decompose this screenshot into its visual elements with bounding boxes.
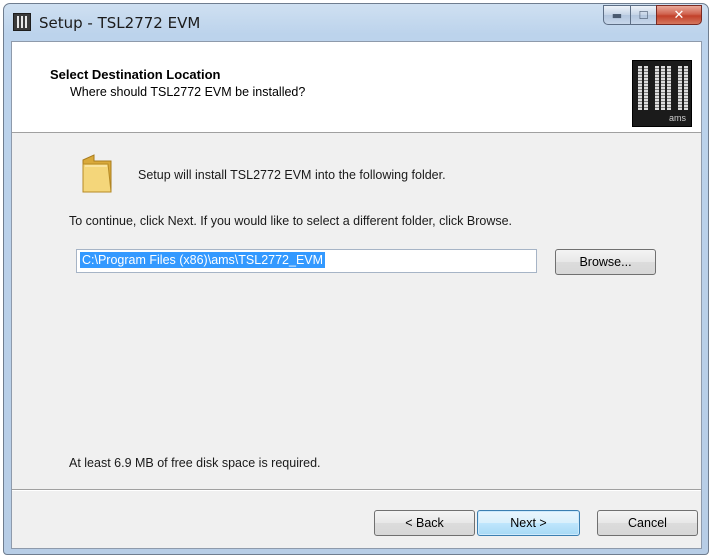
- browse-button[interactable]: Browse...: [555, 249, 656, 275]
- logo-graphic-icon: [638, 66, 689, 110]
- maximize-icon: ☐: [638, 8, 649, 22]
- installer-logo-icon[interactable]: [13, 13, 31, 31]
- folder-icon: [82, 154, 112, 193]
- minimize-icon: ▬: [611, 8, 623, 22]
- wizard-client-area: Select Destination Location Where should…: [11, 41, 702, 549]
- vendor-logo: ams: [632, 60, 692, 127]
- close-button[interactable]: ✕: [656, 5, 702, 25]
- minimize-button[interactable]: ▬: [603, 5, 630, 25]
- maximize-button[interactable]: ☐: [630, 5, 656, 25]
- continue-message: To continue, click Next. If you would li…: [69, 214, 513, 228]
- destination-path-value: C:\Program Files (x86)\ams\TSL2772_EVM: [80, 252, 326, 268]
- title-bar[interactable]: Setup - TSL2772 EVM ▬ ☐ ✕: [4, 4, 708, 42]
- install-message: Setup will install TSL2772 EVM into the …: [138, 168, 446, 182]
- destination-path-input[interactable]: C:\Program Files (x86)\ams\TSL2772_EVM: [76, 249, 537, 273]
- page-title: Select Destination Location: [50, 67, 221, 82]
- caption-buttons: ▬ ☐ ✕: [603, 5, 702, 25]
- footer-divider: [12, 489, 701, 491]
- logo-brand-text: ams: [668, 113, 686, 123]
- setup-window: Setup - TSL2772 EVM ▬ ☐ ✕ Select Destina…: [3, 3, 709, 555]
- next-button[interactable]: Next >: [477, 510, 580, 536]
- disk-space-message: At least 6.9 MB of free disk space is re…: [69, 456, 321, 470]
- close-icon: ✕: [673, 7, 685, 23]
- wizard-header: Select Destination Location Where should…: [12, 42, 701, 133]
- window-title: Setup - TSL2772 EVM: [39, 14, 201, 32]
- page-subtitle: Where should TSL2772 EVM be installed?: [70, 85, 306, 99]
- cancel-button[interactable]: Cancel: [597, 510, 698, 536]
- back-button[interactable]: < Back: [374, 510, 475, 536]
